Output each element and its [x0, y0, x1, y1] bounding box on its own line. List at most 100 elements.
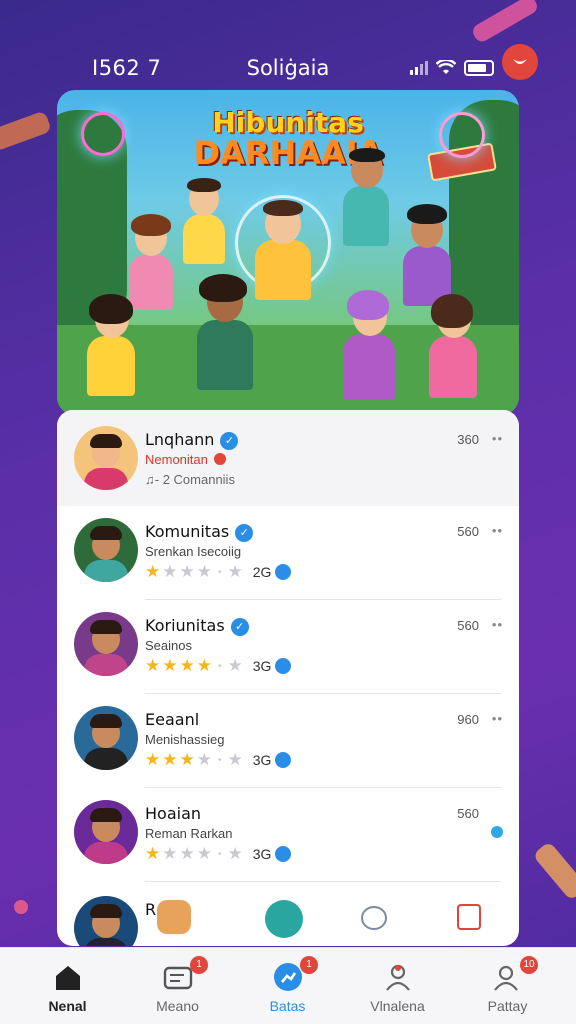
star-icon: ★ [145, 562, 161, 581]
badge: 1 [190, 956, 208, 974]
avatar [74, 612, 138, 676]
star-icon: ★ [162, 562, 178, 581]
separator-dot: • [218, 754, 222, 766]
list-item[interactable]: Koriunitas ✓ Seainos ★ ★ ★ ★ • ★ 3G 560 •• [57, 600, 519, 694]
list-item[interactable]: Eeaanl Menishassieg ★ ★ ★ ★ • ★ 3G 960 •• [57, 694, 519, 788]
item-subtitle: Srenkan Isecoiig [145, 544, 242, 559]
item-time: 360 [457, 432, 479, 447]
more-options-icon[interactable]: •• [492, 617, 503, 632]
verified-icon: ✓ [230, 618, 249, 636]
more-options-icon[interactable]: •• [492, 523, 503, 538]
glow-ring [439, 112, 485, 158]
star-icon: ★ [227, 562, 243, 581]
reaction-icon[interactable] [275, 564, 292, 580]
avatar [74, 426, 138, 490]
avatar [74, 518, 138, 582]
star-icon: ★ [145, 844, 161, 863]
star-icon: ★ [179, 562, 195, 581]
glow-ring [81, 112, 125, 156]
wifi-icon [436, 60, 456, 74]
badge: 10 [520, 956, 538, 974]
reaction-count: 3G [252, 846, 272, 862]
unread-dot-icon [491, 826, 503, 838]
star-icon: ★ [227, 656, 243, 675]
item-time: 560 [457, 618, 479, 633]
quick-actions [57, 896, 519, 946]
star-icon: ★ [162, 656, 178, 675]
decoration [0, 110, 52, 152]
battery-icon [464, 60, 494, 76]
star-icon: ★ [179, 656, 195, 675]
list-item[interactable]: Lnqhann ✓ Nemonitan ♫- 2 Comanniis 360 •• [57, 410, 519, 506]
tab-label: Batas [269, 998, 306, 1014]
home-icon [56, 966, 80, 990]
separator-dot: • [218, 660, 222, 672]
star-icon: ★ [227, 750, 243, 769]
separator-dot: • [218, 566, 222, 578]
tab-messages[interactable]: 1 Meano [120, 948, 235, 1024]
star-icon: ★ [196, 844, 212, 863]
more-options-icon[interactable]: •• [492, 711, 503, 726]
star-icon: ★ [227, 844, 243, 863]
tab-label: Meano [156, 998, 199, 1014]
star-icon: ★ [145, 750, 161, 769]
star-icon: ★ [179, 750, 195, 769]
rating-stars: ★ ★ ★ ★ • ★ 2G [145, 562, 292, 582]
item-subtitle: Seainos [145, 638, 192, 653]
reaction-count: 3G [252, 658, 272, 674]
item-time: 560 [457, 524, 479, 539]
more-options-icon[interactable]: •• [492, 431, 503, 446]
item-time: 960 [457, 712, 479, 727]
community-list: Lnqhann ✓ Nemonitan ♫- 2 Comanniis 360 ••… [57, 410, 519, 946]
tab-bar: Nenal 1 Meano 1 Batas Vlnalena 10 Pattay [0, 947, 576, 1024]
tab-label: Nenal [48, 998, 87, 1014]
reaction-icon[interactable] [275, 846, 292, 862]
item-subtitle: Nemonitan [145, 452, 226, 467]
bookmark-icon[interactable] [457, 904, 481, 930]
tab-profile[interactable]: Vlnalena [340, 948, 455, 1024]
rating-stars: ★ ★ ★ ★ • ★ 3G [145, 750, 292, 770]
notification-icon[interactable] [502, 44, 538, 80]
tab-label: Vlnalena [370, 998, 425, 1014]
item-subtitle: Menishassieg [145, 732, 225, 747]
compass-icon[interactable] [265, 900, 303, 938]
tab-people[interactable]: 10 Pattay [450, 948, 565, 1024]
status-bar: I562 7 Soliġaia [0, 52, 576, 86]
reaction-count: 2G [252, 564, 272, 580]
rating-stars: ★ ★ ★ ★ • ★ 3G [145, 656, 292, 676]
badge: 1 [300, 956, 318, 974]
tab-label: Pattay [487, 998, 528, 1014]
star-icon: ★ [162, 844, 178, 863]
verified-icon: ✓ [220, 432, 239, 450]
decoration [470, 0, 540, 45]
avatar [74, 800, 138, 864]
avatar [74, 706, 138, 770]
tab-activities[interactable]: 1 Batas [230, 948, 345, 1024]
reaction-icon[interactable] [275, 752, 292, 768]
item-name: Lnqhann ✓ [145, 430, 239, 450]
decoration [532, 840, 576, 902]
chat-icon[interactable] [361, 906, 387, 930]
star-icon: ★ [179, 844, 195, 863]
tab-home[interactable]: Nenal [10, 948, 125, 1024]
list-item[interactable]: Hoaian Reman Rarkan ★ ★ ★ ★ • ★ 3G 560 [57, 788, 519, 882]
pet-icon[interactable] [157, 900, 191, 934]
verified-icon: ✓ [235, 524, 254, 542]
star-icon: ★ [196, 750, 212, 769]
status-icons [410, 60, 494, 76]
decoration [14, 900, 28, 914]
reaction-icon[interactable] [275, 658, 292, 674]
profile-icon [386, 964, 410, 991]
rating-stars: ★ ★ ★ ★ • ★ 3G [145, 844, 292, 864]
item-name: Koriunitas ✓ [145, 616, 249, 636]
item-time: 560 [457, 806, 479, 821]
separator-dot: • [218, 848, 222, 860]
star-icon: ★ [196, 562, 212, 581]
item-subtitle: Reman Rarkan [145, 826, 233, 841]
list-item[interactable]: Komunitas ✓ Srenkan Isecoiig ★ ★ ★ ★ • ★ 2G 560… [57, 506, 519, 600]
hero-banner[interactable]: Hibunitas DARHAAIA [57, 90, 519, 415]
item-meta: ♫- 2 Comanniis [145, 472, 235, 487]
item-name: Komunitas ✓ [145, 522, 254, 542]
star-icon: ★ [196, 656, 212, 675]
item-name: Hoaian [145, 804, 202, 823]
